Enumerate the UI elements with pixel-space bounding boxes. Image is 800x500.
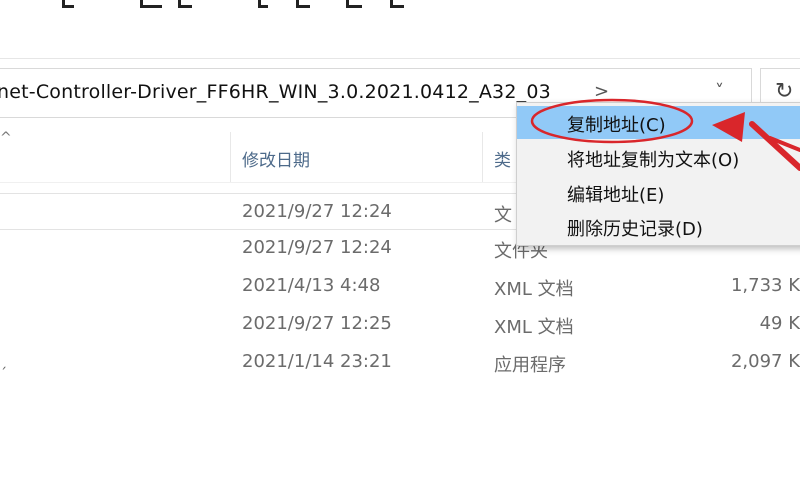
row-size: 2,097 K xyxy=(730,351,800,372)
row-type: XML 文档 xyxy=(494,279,574,300)
address-path[interactable]: net-Controller-Driver_FF6HR_WIN_3.0.2021… xyxy=(0,81,551,103)
menu-item-delete-history[interactable]: 删除历史记录(D) xyxy=(517,210,800,243)
table-row[interactable]: ˏ 2021/1/14 23:21 应用程序 2,097 K xyxy=(0,344,800,381)
row-date: 2021/4/13 4:48 xyxy=(242,275,381,296)
ribbon-glyph xyxy=(178,0,192,8)
breadcrumb-chevron-icon[interactable]: > xyxy=(594,81,609,102)
menu-item-copy-address-as-text[interactable]: 将地址复制为文本(O) xyxy=(517,141,800,174)
menu-item-label: 将地址复制为文本(O) xyxy=(567,150,740,171)
column-divider[interactable] xyxy=(482,132,483,182)
row-size: 49 K xyxy=(759,313,800,334)
row-date: 2021/9/27 12:24 xyxy=(242,237,392,258)
row-date: 2021/9/27 12:25 xyxy=(242,313,392,334)
ribbon-glyph xyxy=(390,0,404,8)
row-date: 2021/9/27 12:24 xyxy=(242,201,392,222)
menu-item-edit-address[interactable]: 编辑地址(E) xyxy=(517,176,800,209)
ribbon-glyph xyxy=(296,0,310,8)
menu-item-copy-address[interactable]: 复制地址(C) xyxy=(517,106,800,139)
ribbon-glyph xyxy=(258,0,268,8)
context-menu: 复制地址(C) 将地址复制为文本(O) 编辑地址(E) 删除历史记录(D) xyxy=(516,102,800,246)
table-row[interactable]: 2021/4/13 4:48 XML 文档 1,733 K xyxy=(0,268,800,305)
chevron-down-icon[interactable]: ˅ xyxy=(715,81,724,102)
refresh-icon: ↻ xyxy=(775,79,794,104)
menu-item-label: 编辑地址(E) xyxy=(567,185,665,206)
file-explorer-window: net-Controller-Driver_FF6HR_WIN_3.0.2021… xyxy=(0,0,800,500)
column-type[interactable]: 类 xyxy=(494,146,511,171)
row-size: 1,733 K xyxy=(730,275,800,296)
ribbon-glyph xyxy=(62,0,74,8)
ribbon-glyph xyxy=(346,0,362,8)
ribbon-area xyxy=(0,0,800,58)
row-date: 2021/1/14 23:21 xyxy=(242,351,392,372)
row-type: 应用程序 xyxy=(494,355,566,376)
table-row[interactable]: 2021/9/27 12:25 XML 文档 49 K xyxy=(0,306,800,343)
column-modified-date[interactable]: 修改日期 xyxy=(242,146,310,171)
row-type: XML 文档 xyxy=(494,317,574,338)
menu-item-label: 删除历史记录(D) xyxy=(567,219,703,240)
row-type: 文 xyxy=(494,205,512,226)
file-icon-fragment: ˏ xyxy=(0,354,7,370)
ribbon-divider xyxy=(0,58,800,59)
menu-item-label: 复制地址(C) xyxy=(567,115,666,136)
column-divider[interactable] xyxy=(230,132,231,182)
ribbon-glyph xyxy=(140,0,162,8)
